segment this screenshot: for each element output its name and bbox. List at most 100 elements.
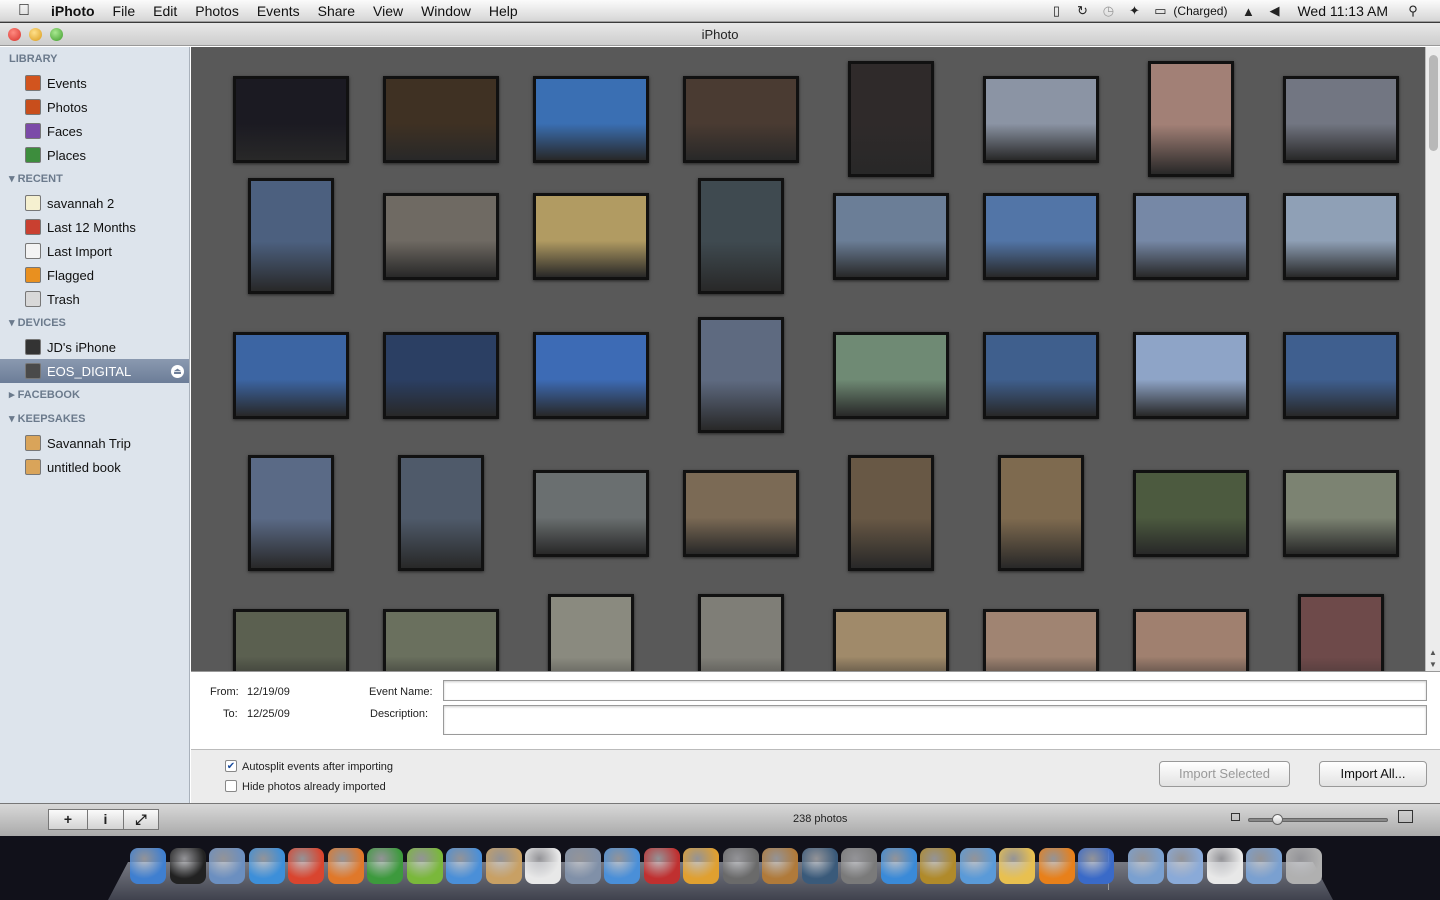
sidebar-item-untitled-book[interactable]: untitled book — [0, 455, 189, 479]
minimize-button[interactable] — [29, 28, 42, 41]
photo-thumbnail[interactable] — [548, 594, 634, 671]
photo-cell[interactable] — [666, 57, 816, 181]
chrome-icon[interactable] — [288, 848, 324, 884]
photo-thumbnail[interactable] — [233, 75, 349, 163]
photo-cell[interactable] — [216, 313, 366, 437]
photo-cell[interactable] — [816, 313, 966, 437]
adium-icon[interactable] — [367, 848, 403, 884]
safari-icon[interactable] — [248, 848, 285, 884]
sidebar-item-iphone[interactable]: JD's iPhone — [0, 335, 189, 359]
firefox-icon[interactable] — [327, 848, 364, 884]
menu-edit[interactable]: Edit — [144, 0, 186, 22]
photo-thumbnail[interactable] — [1148, 61, 1234, 177]
photo-thumbnail[interactable] — [833, 608, 949, 671]
photo-thumbnail[interactable] — [983, 608, 1099, 671]
photo-booth-icon[interactable] — [643, 848, 680, 884]
photo-thumbnail[interactable] — [533, 192, 649, 280]
menu-help[interactable]: Help — [480, 0, 527, 22]
wifi-icon[interactable]: ▲ — [1235, 4, 1261, 19]
photo-thumbnail[interactable] — [683, 469, 799, 557]
photo-cell[interactable] — [1116, 451, 1266, 575]
zoom-button[interactable] — [50, 28, 63, 41]
info-button[interactable]: i — [87, 809, 124, 830]
trash-icon[interactable] — [1285, 848, 1322, 884]
photo-cell[interactable] — [1116, 174, 1266, 298]
sidebar-item-last-import[interactable]: Last Import — [0, 239, 189, 263]
downloads-folder-icon[interactable] — [1246, 848, 1282, 884]
menu-events[interactable]: Events — [248, 0, 309, 22]
photo-thumbnail[interactable] — [1283, 75, 1399, 163]
photo-cell[interactable] — [966, 451, 1116, 575]
photo-cell[interactable] — [816, 174, 966, 298]
iphoto-icon[interactable] — [683, 848, 719, 884]
vlc-icon[interactable] — [1038, 848, 1075, 884]
photo-cell[interactable] — [666, 174, 816, 298]
photo-thumbnail[interactable] — [833, 192, 949, 280]
zoom-slider-knob[interactable] — [1272, 814, 1283, 825]
photo-cell[interactable] — [216, 174, 366, 298]
photo-thumbnail[interactable] — [998, 455, 1084, 571]
photo-thumbnail[interactable] — [233, 331, 349, 419]
photo-cell[interactable] — [516, 174, 666, 298]
photo-thumbnail[interactable] — [383, 75, 499, 163]
sidebar-item-savannah-2[interactable]: savannah 2 — [0, 191, 189, 215]
photo-cell[interactable] — [666, 590, 816, 671]
photo-cell[interactable] — [516, 57, 666, 181]
menu-window[interactable]: Window — [412, 0, 480, 22]
photo-cell[interactable] — [1266, 313, 1416, 437]
system-preferences-icon[interactable] — [841, 848, 877, 884]
dashboard-icon[interactable] — [169, 848, 206, 884]
photo-thumbnail[interactable] — [683, 75, 799, 163]
apple-menu-icon[interactable]:  — [0, 0, 42, 22]
address-book-icon[interactable] — [485, 848, 522, 884]
photo-cell[interactable] — [966, 313, 1116, 437]
mail-icon[interactable] — [209, 848, 245, 884]
keepsakes-header[interactable]: ▾ KEEPSAKES — [0, 407, 189, 431]
scroll-down-arrow-icon[interactable]: ▼ — [1429, 660, 1437, 669]
photo-cell[interactable] — [1266, 451, 1416, 575]
photo-cell[interactable] — [216, 57, 366, 181]
menu-share[interactable]: Share — [309, 0, 364, 22]
photo-cell[interactable] — [1116, 590, 1266, 671]
finder-icon[interactable] — [130, 848, 166, 884]
photo-cell[interactable] — [516, 590, 666, 671]
photo-thumbnail[interactable] — [698, 594, 784, 671]
sidebar-item-savannah-trip[interactable]: Savannah Trip — [0, 431, 189, 455]
scroll-up-arrow-icon[interactable]: ▲ — [1429, 648, 1437, 657]
photo-thumbnail[interactable] — [833, 331, 949, 419]
photo-thumbnail[interactable] — [1133, 192, 1249, 280]
sidebar-item-places[interactable]: Places — [0, 143, 189, 167]
photo-thumbnail[interactable] — [983, 192, 1099, 280]
sidebar-item-trash[interactable]: Trash — [0, 287, 189, 311]
itunes-icon[interactable] — [604, 848, 640, 884]
photo-thumbnail[interactable] — [383, 608, 499, 671]
sync-icon[interactable] — [1078, 848, 1114, 884]
devices-header[interactable]: ▾ DEVICES — [0, 311, 189, 335]
bluetooth-icon[interactable]: ✦ — [1121, 3, 1147, 19]
photo-cell[interactable] — [966, 590, 1116, 671]
photo-thumbnail[interactable] — [983, 331, 1099, 419]
skype-icon[interactable] — [880, 848, 917, 884]
photo-cell[interactable] — [216, 451, 366, 575]
time-machine-icon[interactable] — [801, 848, 838, 884]
photo-cell[interactable] — [366, 590, 516, 671]
photo-cell[interactable] — [516, 313, 666, 437]
photo-thumbnail[interactable] — [233, 608, 349, 671]
menu-iphoto[interactable]: iPhoto — [42, 0, 104, 22]
menu-file[interactable]: File — [104, 0, 145, 22]
close-button[interactable] — [8, 28, 21, 41]
photo-cell[interactable] — [366, 174, 516, 298]
zoom-slider[interactable] — [1248, 814, 1388, 825]
photo-cell[interactable] — [1116, 313, 1266, 437]
documents-folder-icon[interactable] — [1167, 848, 1203, 884]
file-icon[interactable] — [1206, 848, 1243, 884]
photo-thumbnail[interactable] — [1133, 469, 1249, 557]
photo-thumbnail[interactable] — [848, 61, 934, 177]
photo-thumbnail[interactable] — [1298, 594, 1384, 671]
airport-icon[interactable] — [959, 848, 996, 884]
photo-cell[interactable] — [966, 57, 1116, 181]
garageband-icon[interactable] — [762, 848, 798, 884]
sidebar-item-photos[interactable]: Photos — [0, 95, 189, 119]
preview-icon[interactable] — [564, 848, 601, 884]
photo-thumbnail[interactable] — [248, 178, 334, 294]
